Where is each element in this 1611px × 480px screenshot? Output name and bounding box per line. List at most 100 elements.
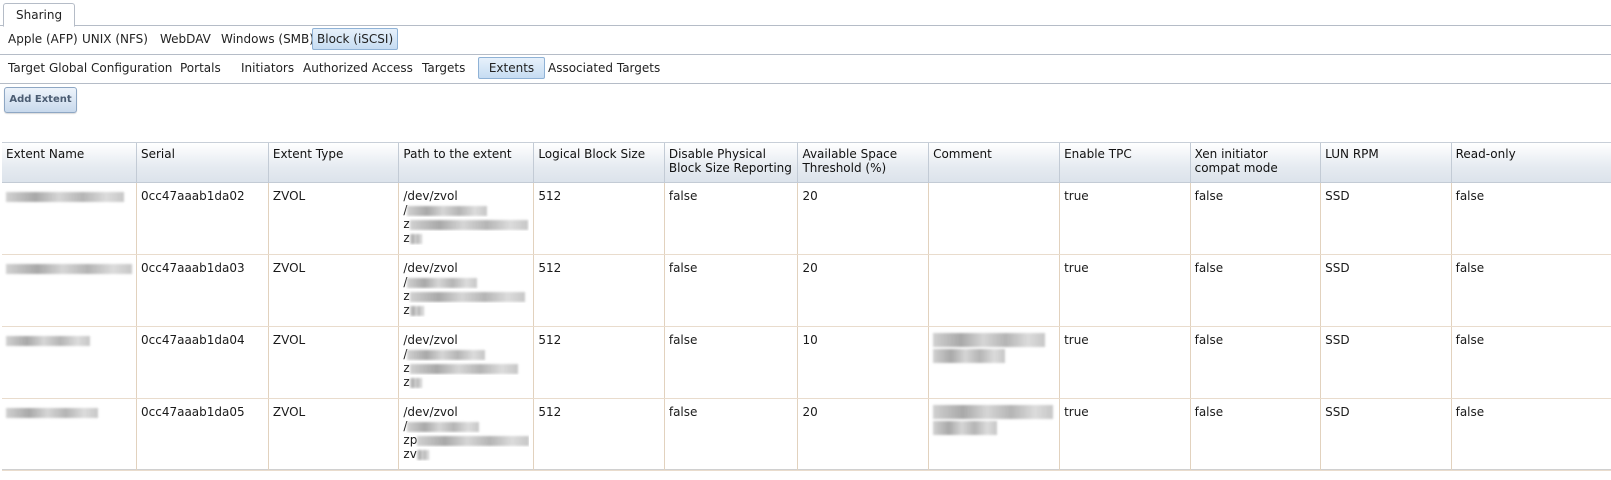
table-row[interactable]: 0cc47aaab1da02 ZVOL /dev/zvol / z z 512 … (2, 182, 1611, 255)
path-cell: /dev/zvol / zp zv (398, 398, 535, 471)
read-only-cell: false (1451, 254, 1611, 327)
redacted-text (407, 349, 486, 360)
redacted-text (407, 421, 480, 432)
serial-cell: 0cc47aaab1da02 (136, 182, 269, 255)
column-header-logical-block-size[interactable]: Logical Block Size (533, 143, 665, 183)
path-line: z (403, 375, 529, 389)
path-cell: /dev/zvol / z z (398, 182, 535, 255)
tab-target-global-configuration[interactable]: Target Global Configuration (4, 58, 176, 78)
path-cell: /dev/zvol / z z (398, 326, 535, 399)
tab-portals[interactable]: Portals (176, 58, 225, 78)
path-line: z (403, 289, 529, 303)
protocol-tab-bar: Apple (AFP) UNIX (NFS) WebDAV Windows (S… (0, 26, 1611, 55)
enable-tpc-cell: true (1059, 254, 1191, 327)
logical-block-size-cell: 512 (533, 254, 665, 327)
tab-authorized-access[interactable]: Authorized Access (299, 58, 417, 78)
enable-tpc-cell: true (1059, 326, 1191, 399)
redacted-text (409, 291, 525, 302)
column-header-read-only[interactable]: Read-only (1451, 143, 1611, 183)
xen-compat-cell: false (1190, 326, 1322, 399)
column-header-xen-compat[interactable]: Xen initiator compat mode (1190, 143, 1322, 183)
read-only-cell: false (1451, 326, 1611, 399)
redacted-text (6, 191, 124, 202)
extent-type-cell: ZVOL (268, 254, 400, 327)
path-cell: /dev/zvol / z z (398, 254, 535, 327)
redacted-text (933, 349, 1006, 363)
redacted-text (6, 335, 90, 346)
threshold-cell: 10 (797, 326, 930, 399)
path-line: / (403, 419, 529, 433)
read-only-cell: false (1451, 398, 1611, 471)
serial-cell: 0cc47aaab1da05 (136, 398, 269, 471)
tab-block-iscsi[interactable]: Block (iSCSI) (312, 28, 399, 50)
enable-tpc-cell: true (1059, 182, 1191, 255)
xen-compat-cell: false (1190, 254, 1322, 327)
comment-cell (928, 182, 1061, 255)
redacted-text (416, 449, 429, 460)
path-line: z (403, 231, 529, 245)
extent-name-cell (2, 182, 137, 255)
main-tab-bar: Sharing (0, 0, 1611, 27)
extent-name-cell (2, 254, 137, 327)
column-header-lun-rpm[interactable]: LUN RPM (1320, 143, 1452, 183)
path-line: / (403, 347, 529, 361)
xen-compat-cell: false (1190, 182, 1322, 255)
path-line: z (403, 303, 529, 317)
logical-block-size-cell: 512 (533, 398, 665, 471)
tab-windows-smb[interactable]: Windows (SMB) (217, 29, 318, 49)
extent-type-cell: ZVOL (268, 182, 400, 255)
tab-apple-afp[interactable]: Apple (AFP) (4, 29, 82, 49)
disable-pbs-cell: false (664, 182, 799, 255)
redacted-text (407, 277, 478, 288)
redacted-text (933, 333, 1046, 347)
threshold-cell: 20 (797, 398, 930, 471)
path-line: /dev/zvol (403, 405, 458, 419)
disable-pbs-cell: false (664, 326, 799, 399)
redacted-text (6, 407, 98, 418)
path-line: zv (403, 447, 529, 461)
redacted-text (933, 405, 1054, 419)
path-line: zp (403, 433, 530, 447)
enable-tpc-cell: true (1059, 398, 1191, 471)
extent-type-cell: ZVOL (268, 326, 400, 399)
column-header-enable-tpc[interactable]: Enable TPC (1059, 143, 1191, 183)
column-header-extent-name[interactable]: Extent Name (2, 143, 137, 183)
read-only-cell: false (1451, 182, 1611, 255)
extents-grid: Extent Name Serial Extent Type Path to t… (2, 142, 1611, 471)
path-line: / (403, 203, 529, 217)
tab-associated-targets[interactable]: Associated Targets (544, 58, 664, 78)
threshold-cell: 20 (797, 182, 930, 255)
column-header-comment[interactable]: Comment (928, 143, 1061, 183)
comment-cell (928, 398, 1061, 471)
extent-name-cell (2, 326, 137, 399)
tab-unix-nfs[interactable]: UNIX (NFS) (78, 29, 152, 49)
column-header-serial[interactable]: Serial (136, 143, 269, 183)
column-header-available-space-threshold[interactable]: Available Space Threshold (%) (797, 143, 930, 183)
redacted-text (417, 435, 530, 446)
table-row[interactable]: 0cc47aaab1da05 ZVOL /dev/zvol / zp zv 51… (2, 398, 1611, 471)
redacted-text (409, 305, 424, 316)
add-extent-button[interactable]: Add Extent (4, 87, 77, 113)
tab-extents[interactable]: Extents (478, 57, 545, 79)
tab-webdav[interactable]: WebDAV (156, 29, 215, 49)
table-row[interactable]: 0cc47aaab1da04 ZVOL /dev/zvol / z z 512 … (2, 326, 1611, 399)
column-header-extent-type[interactable]: Extent Type (268, 143, 400, 183)
tab-sharing[interactable]: Sharing (3, 3, 76, 27)
threshold-cell: 20 (797, 254, 930, 327)
lun-rpm-cell: SSD (1320, 182, 1452, 255)
path-line: z (403, 361, 529, 375)
redacted-text (409, 233, 422, 244)
header-row: Extent Name Serial Extent Type Path to t… (2, 143, 1611, 183)
table-row[interactable]: 0cc47aaab1da03 ZVOL /dev/zvol / z z 512 … (2, 254, 1611, 327)
tab-targets[interactable]: Targets (418, 58, 469, 78)
redacted-text (6, 263, 132, 274)
redacted-text (409, 219, 528, 230)
comment-cell (928, 254, 1061, 327)
column-header-path[interactable]: Path to the extent (398, 143, 535, 183)
tab-initiators[interactable]: Initiators (237, 58, 298, 78)
column-header-disable-physical-block-size[interactable]: Disable Physical Block Size Reporting (664, 143, 799, 183)
extents-table: Extent Name Serial Extent Type Path to t… (2, 143, 1611, 471)
redacted-text (933, 421, 998, 435)
redacted-text (409, 363, 518, 374)
path-line: /dev/zvol (403, 261, 458, 275)
